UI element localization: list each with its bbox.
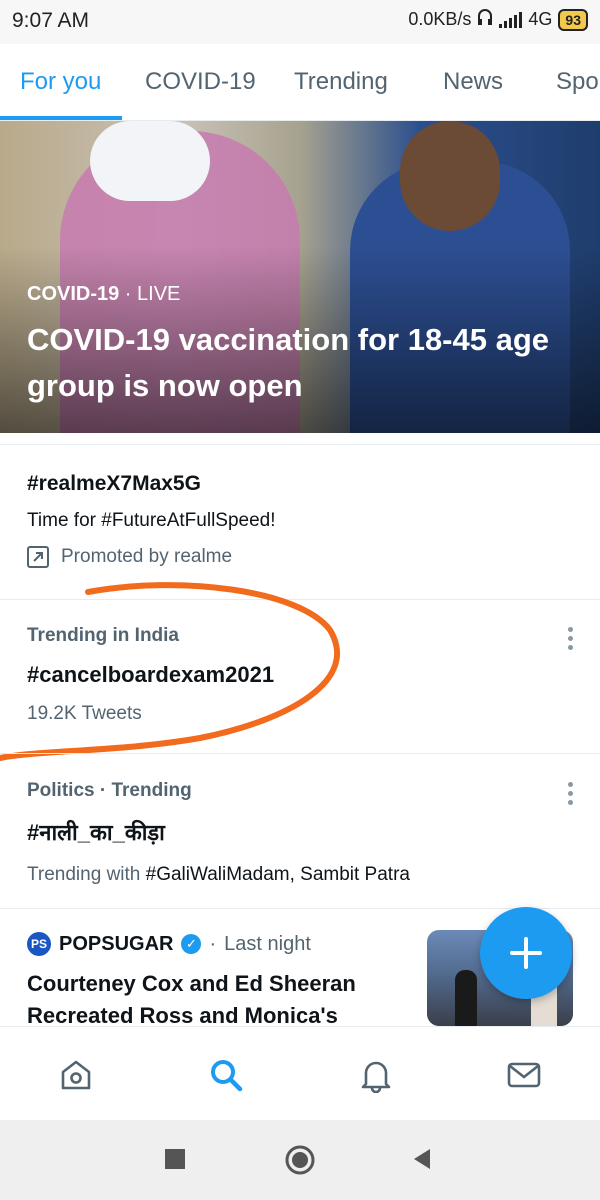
more-options-icon[interactable] — [568, 627, 574, 650]
divider — [0, 444, 600, 445]
more-options-icon[interactable] — [568, 782, 574, 805]
network-type: 4G — [528, 9, 553, 29]
active-tab-indicator — [0, 116, 122, 120]
verified-icon: ✓ — [181, 934, 202, 954]
source-logo: PS — [27, 932, 51, 956]
tab-trending[interactable]: Trending — [294, 68, 388, 96]
hero-separator: · — [119, 283, 138, 305]
divider — [0, 753, 600, 754]
promoted-by-label: Promoted by realme — [61, 546, 233, 567]
search-icon[interactable] — [208, 1057, 244, 1093]
hero-live-label: LIVE — [137, 283, 181, 305]
news-source-row: PS POPSUGAR ✓ · Last night — [27, 932, 311, 956]
trend-meta: Politics · Trending — [27, 780, 192, 801]
news-time-separator: · — [209, 932, 217, 955]
signal-icon — [499, 11, 523, 28]
news-source: POPSUGAR — [59, 932, 174, 955]
tab-sports[interactable]: Spo — [556, 68, 599, 96]
promoted-by: Promoted by realme — [27, 546, 232, 568]
system-navigation-bar — [0, 1120, 600, 1200]
battery-icon: 93 — [558, 8, 588, 31]
bottom-navigation — [0, 1026, 600, 1121]
tab-news[interactable]: News — [443, 68, 503, 96]
messages-icon[interactable] — [506, 1057, 542, 1093]
home-button-icon[interactable] — [284, 1144, 316, 1176]
explore-tabs: For you COVID-19 Trending News Spo — [0, 44, 600, 121]
tab-covid-19[interactable]: COVID-19 — [145, 68, 256, 96]
trend-count: 19.2K Tweets — [27, 703, 142, 724]
news-title[interactable]: Courteney Cox and Ed Sheeran Recreated R… — [27, 968, 407, 1032]
trending-with-prefix: Trending with — [27, 864, 141, 885]
trend-name[interactable]: #cancelboardexam2021 — [27, 662, 274, 688]
promoted-hashtag[interactable]: #realmeX7Max5G — [27, 472, 201, 496]
status-bar: 9:07 AM 0.0KB/s 4G 93 — [0, 0, 600, 44]
plus-icon — [510, 937, 542, 969]
trending-with-items[interactable]: #GaliWaliMadam, Sambit Patra — [146, 864, 410, 885]
divider — [0, 599, 600, 600]
hero-title: COVID-19 vaccination for 18-45 age group… — [27, 322, 550, 403]
trending-with: Trending with #GaliWaliMadam, Sambit Pat… — [27, 864, 410, 886]
trend-meta: Trending in India — [27, 625, 179, 646]
status-time: 9:07 AM — [12, 9, 90, 32]
home-icon[interactable] — [58, 1057, 94, 1093]
tab-for-you[interactable]: For you — [20, 68, 101, 96]
compose-button[interactable] — [480, 907, 572, 999]
news-time: Last night — [224, 932, 311, 955]
back-icon[interactable] — [410, 1147, 434, 1171]
promoted-text: Time for #FutureAtFullSpeed! — [27, 510, 276, 531]
hero-card[interactable]: COVID-19 · LIVE COVID-19 vaccination for… — [0, 121, 600, 433]
promoted-arrow-icon — [27, 546, 49, 568]
notifications-icon[interactable] — [358, 1057, 394, 1093]
recent-apps-icon[interactable] — [164, 1148, 186, 1170]
headphones-icon — [477, 8, 493, 31]
network-speed: 0.0KB/s — [408, 9, 472, 29]
hero-category: COVID-19 — [27, 283, 120, 305]
trend-name[interactable]: #नाली_का_कीड़ा — [27, 817, 165, 847]
status-right: 0.0KB/s 4G 93 — [408, 8, 588, 31]
hero-kicker: COVID-19 · LIVE — [27, 283, 180, 306]
